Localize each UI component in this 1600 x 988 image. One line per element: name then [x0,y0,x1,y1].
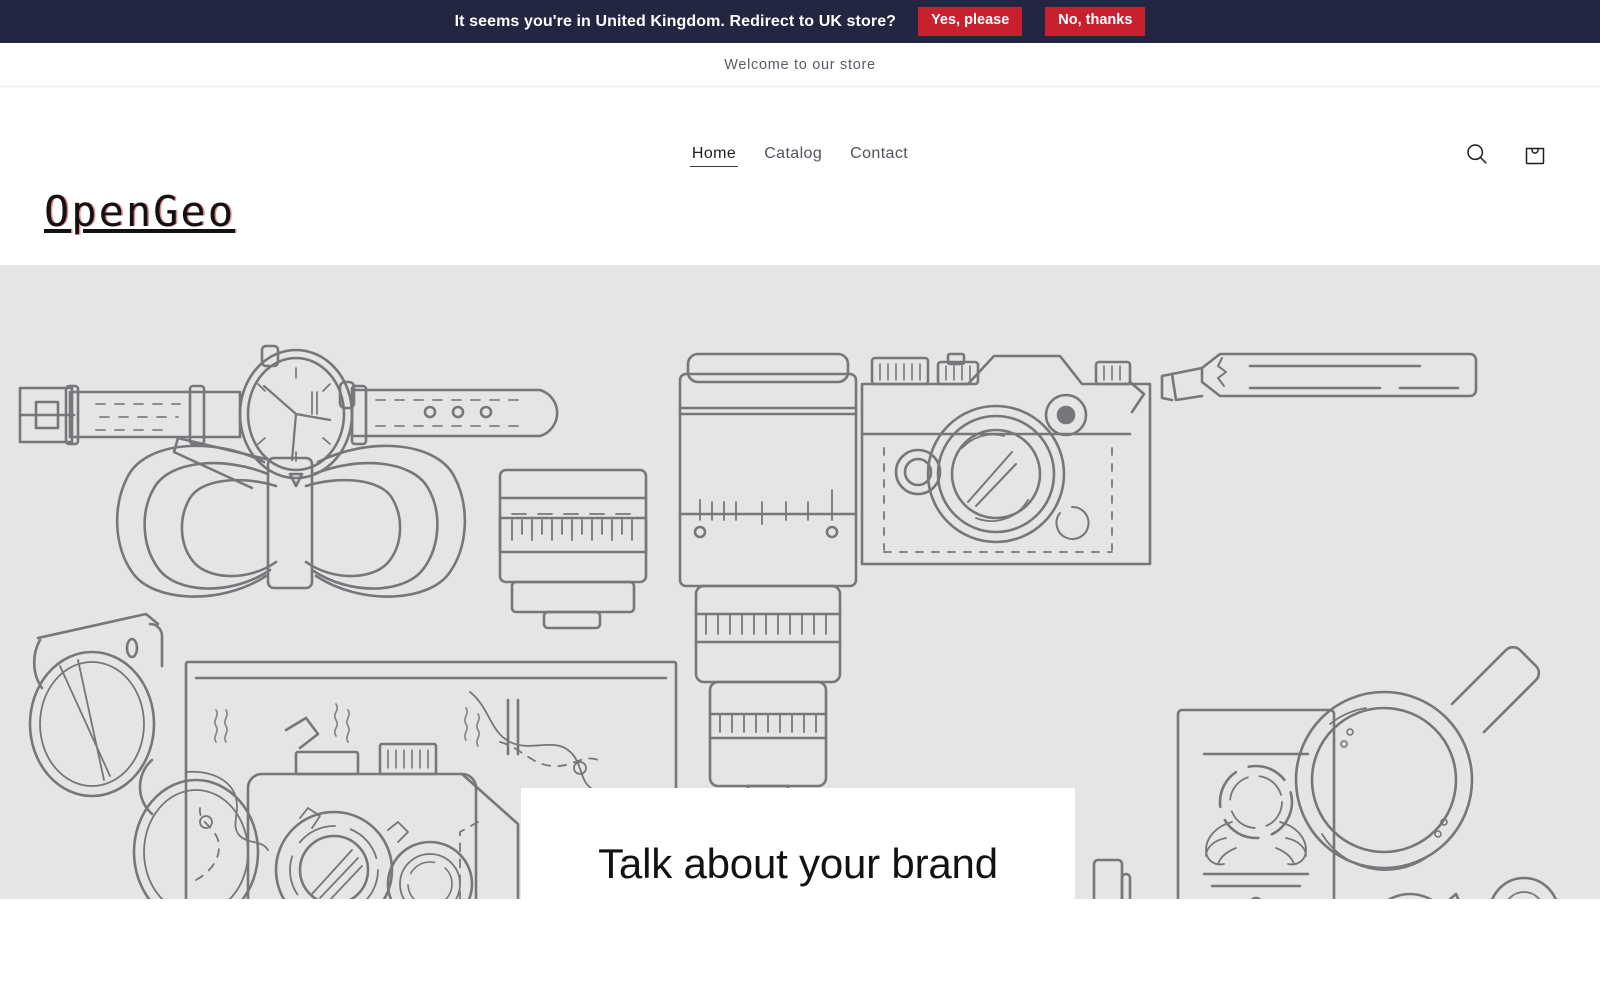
site-logo[interactable]: OpenGeo [44,187,235,236]
announcement-text: Welcome to our store [724,56,876,73]
illustration-camera-lens-small [498,468,648,630]
illustration-slr-camera [860,352,1152,566]
illustration-glasses [28,612,260,899]
hero-heading: Talk about your brand [598,840,998,887]
illustration-telephoto-lens [678,352,858,824]
search-button[interactable] [1464,141,1490,167]
main-navigation: Home Catalog Contact [689,143,910,167]
geolocation-decline-button[interactable]: No, thanks [1045,7,1146,36]
search-icon [1467,144,1487,164]
nav-link-contact[interactable]: Contact [848,143,910,166]
illustration-pencil [1160,352,1478,402]
nav-link-catalog[interactable]: Catalog [762,143,824,166]
header-actions [1464,141,1548,167]
illustration-tape-measures [1387,876,1557,899]
site-header: OpenGeo Home Catalog Contact [0,87,1600,265]
cart-button[interactable] [1522,141,1548,167]
geolocation-banner: It seems you're in United Kingdom. Redir… [0,0,1600,43]
illustration-bow-tie [115,436,467,598]
hero-content-card: Talk about your brand [521,788,1075,988]
illustration-pens [1092,858,1132,899]
illustration-coffee-cup [1294,645,1541,871]
nav-link-home[interactable]: Home [689,143,739,167]
illustration-award-certificate [1176,708,1336,899]
announcement-bar: Welcome to our store [0,43,1600,87]
illustration-wristwatch [18,344,559,488]
geolocation-accept-button[interactable]: Yes, please [918,7,1023,36]
shopping-bag-icon [1525,147,1545,165]
geolocation-banner-message: It seems you're in United Kingdom. Redir… [454,12,897,30]
